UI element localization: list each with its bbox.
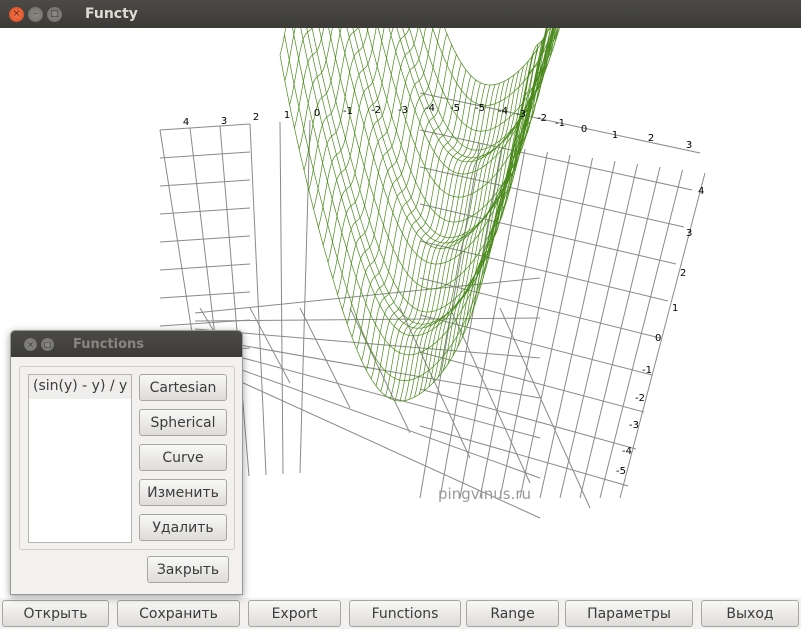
axis-tick-label: 1	[612, 130, 618, 141]
surface-line	[292, 28, 530, 356]
surface-line	[481, 28, 560, 284]
save-button[interactable]: Сохранить	[117, 600, 240, 627]
export-button[interactable]: Export	[248, 600, 341, 627]
axis-tick-label: 4	[698, 186, 704, 197]
axis-tick-label: -2	[371, 105, 381, 116]
axis-tick-label: -4	[498, 106, 508, 117]
edit-button[interactable]: Изменить	[139, 479, 227, 506]
dialog-title: Functions	[73, 336, 145, 352]
watermark: pingvinus.ru	[438, 485, 532, 503]
grid-line	[159, 263, 251, 271]
dialog-maximize-button[interactable]: □	[41, 337, 54, 351]
axis-tick-label: -1	[343, 106, 353, 117]
axis-tick-label: -3	[398, 105, 408, 116]
grid-line	[159, 235, 251, 243]
grid-line	[299, 307, 351, 409]
functions-button[interactable]: Functions	[349, 600, 461, 627]
cartesian-button[interactable]: Cartesian	[139, 374, 227, 401]
grid-line	[159, 179, 251, 187]
grid-line	[519, 157, 593, 499]
functions-frame: (sin(y) - y) / y + Cartesian Spherical C…	[19, 366, 235, 550]
axis-tick-label: -1	[555, 118, 565, 129]
grid-line	[419, 351, 645, 413]
dialog-close-button[interactable]: ×	[24, 337, 37, 351]
axis-tick-label: -4	[425, 103, 435, 114]
close-window-button[interactable]: ×	[9, 6, 24, 22]
surface-line	[322, 28, 385, 246]
window-title: Functy	[85, 6, 138, 22]
axis-tick-label: 1	[672, 303, 678, 314]
surface-line	[337, 28, 419, 295]
grid-line	[249, 123, 267, 476]
grid-line	[159, 291, 251, 299]
grid-line	[579, 166, 661, 499]
axis-tick-label: -5	[616, 466, 626, 477]
axis-tick-label: 2	[648, 133, 654, 144]
functions-list[interactable]: (sin(y) - y) / y +	[28, 374, 132, 543]
grid-line	[249, 307, 291, 384]
functions-dialog: × □ Functions (sin(y) - y) / y + Cartesi…	[10, 330, 243, 595]
curve-button[interactable]: Curve	[139, 444, 227, 471]
surface-line	[358, 28, 555, 238]
axis-tick-label: 3	[686, 228, 692, 239]
surface-line	[327, 28, 394, 263]
axis-labels: 4 3 2 1 0 -1 -2 -3 -4 -5 -5 -4 -3 -2 -1 0 1 2 3 4 3 2 1 0 -1 -2 -3…	[183, 103, 705, 477]
axis-tick-label: -3	[516, 109, 526, 120]
surface-line	[432, 28, 554, 106]
title-bar: × – □ Functy	[0, 0, 801, 28]
axis-tick-label: -2	[537, 113, 547, 124]
surface-mesh	[279, 28, 560, 402]
axis-tick-label: -2	[635, 393, 645, 404]
grid-line	[399, 307, 471, 459]
range-button[interactable]: Range	[466, 600, 559, 627]
axis-tick-label: 0	[581, 124, 587, 135]
surface-line	[332, 28, 410, 279]
minimize-window-button[interactable]: –	[28, 6, 43, 22]
axis-tick-label: 2	[253, 112, 259, 123]
exit-button[interactable]: Выход	[701, 600, 799, 627]
axis-tick-label: 4	[183, 117, 189, 128]
grid-line	[194, 317, 541, 322]
axis-tick-label: 1	[284, 110, 290, 121]
grid-line	[499, 307, 591, 509]
grid-line	[539, 160, 616, 499]
axis-tick-label: -3	[629, 420, 639, 431]
bottom-toolbar: Открыть Сохранить Export Functions Range…	[0, 598, 801, 629]
axis-tick-label: -5	[450, 103, 460, 114]
surface-line	[408, 28, 560, 151]
surface-line	[419, 28, 559, 132]
grid-line	[159, 207, 251, 215]
axis-tick-label: 0	[314, 108, 320, 119]
spherical-button[interactable]: Spherical	[139, 409, 227, 436]
maximize-window-button[interactable]: □	[47, 6, 62, 22]
surface-line	[284, 28, 296, 81]
grid-line	[599, 169, 683, 499]
grid-line	[499, 154, 571, 499]
grid-line	[159, 151, 251, 159]
grid-line	[279, 121, 284, 475]
axis-tick-label: 2	[680, 268, 686, 279]
dialog-title-bar: × □ Functions	[11, 331, 242, 357]
axis-tick-label: -1	[642, 365, 652, 376]
axis-tick-label: 3	[221, 116, 227, 127]
dialog-close-text-button[interactable]: Закрыть	[147, 556, 229, 583]
grid-line	[419, 388, 637, 450]
axis-tick-label: -5	[475, 103, 485, 114]
grid-line	[159, 123, 251, 131]
axis-tick-label: -4	[622, 446, 632, 457]
surface-line	[298, 28, 333, 150]
function-list-item[interactable]: (sin(y) - y) / y +	[29, 375, 131, 399]
parameters-button[interactable]: Параметры	[565, 600, 693, 627]
open-button[interactable]: Открыть	[2, 600, 109, 627]
axis-tick-label: 3	[686, 140, 692, 151]
surface-line	[444, 28, 550, 86]
axis-tick-label: 0	[655, 333, 661, 344]
delete-button[interactable]: Удалить	[139, 514, 227, 541]
